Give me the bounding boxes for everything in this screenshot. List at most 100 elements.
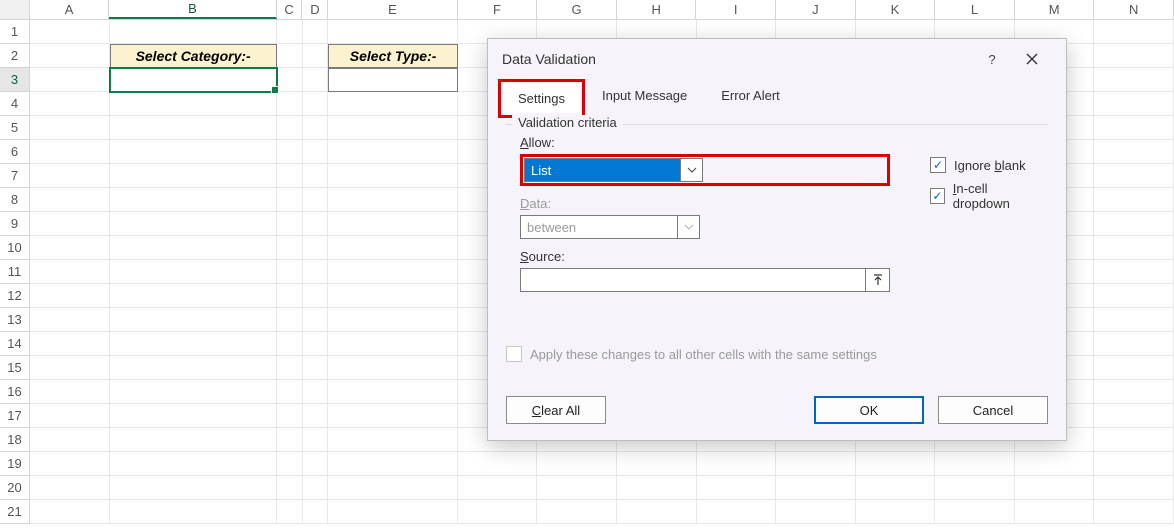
cell[interactable] [277,20,303,44]
cell[interactable] [458,452,538,476]
cell[interactable] [277,356,303,380]
allow-dropdown-button[interactable] [681,158,703,182]
cell[interactable] [328,140,457,164]
cell[interactable] [328,236,457,260]
cell[interactable] [776,476,856,500]
col-header-G[interactable]: G [537,0,617,19]
row-header-4[interactable]: 4 [0,92,30,116]
col-header-N[interactable]: N [1094,0,1174,19]
cell[interactable] [328,428,457,452]
row-header-10[interactable]: 10 [0,236,30,260]
cell[interactable] [303,116,329,140]
cell[interactable] [277,188,303,212]
cell[interactable] [110,404,277,428]
cell[interactable] [1094,452,1174,476]
cell[interactable] [617,452,697,476]
cell[interactable] [1094,500,1174,524]
col-header-H[interactable]: H [617,0,697,19]
cell[interactable] [935,452,1015,476]
cell[interactable] [328,500,457,524]
cell[interactable] [1094,212,1174,236]
cell[interactable] [110,500,277,524]
row-header-20[interactable]: 20 [0,476,30,500]
row-header-14[interactable]: 14 [0,332,30,356]
row-header-1[interactable]: 1 [0,20,30,44]
cell-E3[interactable] [328,68,457,92]
cancel-button[interactable]: Cancel [938,396,1048,424]
cell[interactable] [617,500,697,524]
dialog-titlebar[interactable]: Data Validation ? [488,39,1066,79]
cell[interactable] [30,140,110,164]
cell[interactable] [277,500,303,524]
cell[interactable] [277,404,303,428]
cell[interactable] [303,356,329,380]
cell[interactable] [277,212,303,236]
cell[interactable] [328,308,457,332]
cell[interactable] [303,236,329,260]
cell[interactable] [30,308,110,332]
row-header-19[interactable]: 19 [0,452,30,476]
cell[interactable] [30,452,110,476]
select-all-corner[interactable] [0,0,30,19]
cell[interactable] [303,428,329,452]
clear-all-button[interactable]: Clear All [506,396,606,424]
cell[interactable] [328,92,457,116]
cell[interactable] [1094,332,1174,356]
cell[interactable] [935,500,1015,524]
cell[interactable] [537,500,617,524]
col-header-A[interactable]: A [30,0,110,19]
cell[interactable] [303,260,329,284]
cell[interactable] [328,284,457,308]
cell[interactable] [1094,476,1174,500]
cell[interactable] [776,452,856,476]
cell[interactable] [303,308,329,332]
source-input[interactable] [520,268,866,292]
tab-error-alert[interactable]: Error Alert [704,79,797,118]
cell[interactable] [110,212,277,236]
cell[interactable] [303,140,329,164]
col-header-D[interactable]: D [302,0,328,19]
cell[interactable] [1094,380,1174,404]
cell[interactable] [303,164,329,188]
row-header-5[interactable]: 5 [0,116,30,140]
cell[interactable] [303,404,329,428]
cell[interactable] [1094,356,1174,380]
cell[interactable] [1094,188,1174,212]
cell[interactable] [303,380,329,404]
help-button[interactable]: ? [972,43,1012,75]
cell[interactable] [328,116,457,140]
cell[interactable] [1094,428,1174,452]
cell[interactable] [303,500,329,524]
col-header-E[interactable]: E [328,0,457,19]
cell[interactable] [328,260,457,284]
cell[interactable] [277,164,303,188]
allow-select[interactable]: List [524,158,681,182]
cell[interactable] [30,500,110,524]
row-header-13[interactable]: 13 [0,308,30,332]
tab-input-message[interactable]: Input Message [585,79,704,118]
cell[interactable] [277,260,303,284]
cell[interactable] [277,68,303,92]
cell[interactable] [1094,20,1174,44]
cell[interactable] [537,476,617,500]
cell[interactable] [277,236,303,260]
cell[interactable] [1094,44,1174,68]
cell[interactable] [328,188,457,212]
cell[interactable] [30,476,110,500]
cell-B3-selected[interactable] [110,68,277,92]
cell[interactable] [110,116,277,140]
row-header-12[interactable]: 12 [0,284,30,308]
cell[interactable] [277,92,303,116]
cell[interactable] [328,476,457,500]
cell[interactable] [110,236,277,260]
cell[interactable] [1015,476,1095,500]
cell[interactable] [277,428,303,452]
cell[interactable] [277,452,303,476]
cell[interactable] [1094,236,1174,260]
cell[interactable] [697,476,777,500]
cell[interactable] [303,452,329,476]
tab-settings[interactable]: Settings [503,84,580,113]
cell[interactable] [110,260,277,284]
ok-button[interactable]: OK [814,396,924,424]
cell[interactable] [30,164,110,188]
